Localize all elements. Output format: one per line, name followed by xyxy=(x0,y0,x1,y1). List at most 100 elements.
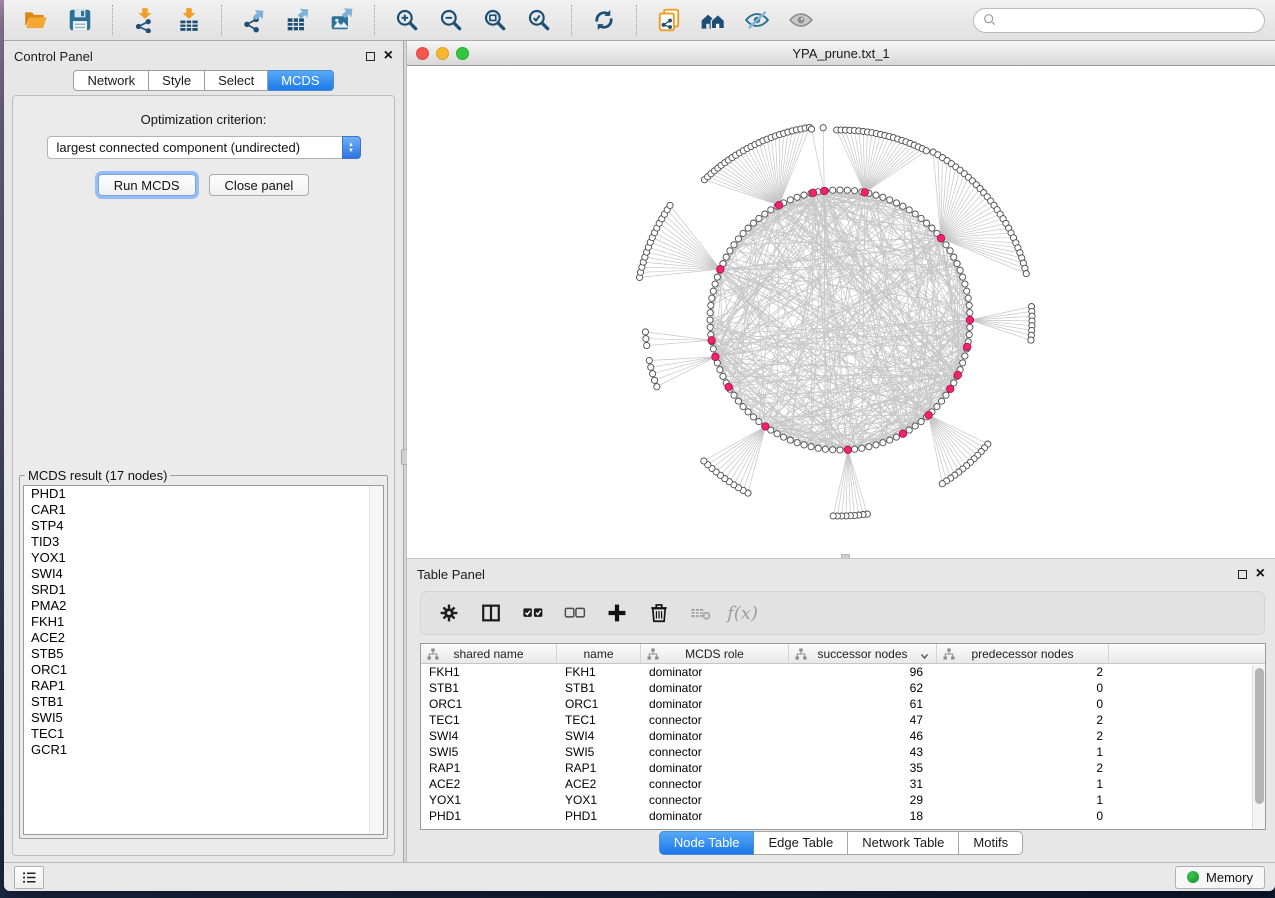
mcds-result-item[interactable]: TID3 xyxy=(24,534,383,550)
table-row[interactable]: RAP1RAP1dominator352 xyxy=(421,760,1265,776)
hide-graphics-details-button[interactable] xyxy=(742,5,772,35)
column-label: successor nodes xyxy=(817,647,907,661)
scrollbar-thumb[interactable] xyxy=(1255,668,1264,804)
close-table-panel-icon[interactable]: × xyxy=(1256,569,1265,579)
table-row[interactable]: ORC1ORC1dominator610 xyxy=(421,696,1265,712)
column-header-predecessor-nodes[interactable]: predecessor nodes xyxy=(937,644,1109,663)
zoom-out-button[interactable] xyxy=(436,5,466,35)
cell-predecessor-nodes: 2 xyxy=(937,664,1109,680)
open-file-button[interactable] xyxy=(21,5,51,35)
mcds-result-item[interactable]: SWI4 xyxy=(24,566,383,582)
toolbar-separator xyxy=(571,5,572,35)
copy-network-button[interactable] xyxy=(654,5,684,35)
column-header-shared-name[interactable]: shared name xyxy=(421,644,557,663)
import-table-button[interactable] xyxy=(174,5,204,35)
cell-mcds-role: connector xyxy=(641,744,789,760)
tab-motifs[interactable]: Motifs xyxy=(959,831,1023,855)
delete-columns-button[interactable] xyxy=(646,601,671,626)
fx-icon: f(x) xyxy=(727,603,758,624)
show-panels-button[interactable] xyxy=(14,866,44,889)
float-table-panel-icon[interactable] xyxy=(1238,570,1247,579)
table-row[interactable]: STB1STB1dominator620 xyxy=(421,680,1265,696)
tab-edge-table[interactable]: Edge Table xyxy=(754,831,848,855)
cell-predecessor-nodes: 2 xyxy=(937,728,1109,744)
plus-icon xyxy=(606,602,628,624)
mcds-result-item[interactable]: STB1 xyxy=(24,694,383,710)
search-input[interactable] xyxy=(998,13,1256,28)
cell-successor-nodes: 43 xyxy=(789,744,937,760)
tab-style[interactable]: Style xyxy=(149,70,205,91)
table-row[interactable]: SWI4SWI4dominator462 xyxy=(421,728,1265,744)
apply-layout-button[interactable] xyxy=(589,5,619,35)
tab-network[interactable]: Network xyxy=(73,70,149,91)
cell-predecessor-nodes: 0 xyxy=(937,808,1109,824)
zoom-fit-button[interactable] xyxy=(480,5,510,35)
zoom-in-button[interactable] xyxy=(392,5,422,35)
tab-network-table[interactable]: Network Table xyxy=(848,831,959,855)
search-box[interactable] xyxy=(973,8,1265,33)
cell-predecessor-nodes: 1 xyxy=(937,744,1109,760)
table-row[interactable]: PHD1PHD1dominator180 xyxy=(421,808,1265,824)
memory-button[interactable]: Memory xyxy=(1175,866,1265,889)
window-maximize-icon[interactable] xyxy=(456,47,469,60)
table-row[interactable]: YOX1YOX1connector291 xyxy=(421,792,1265,808)
table-row[interactable]: FKH1FKH1dominator962 xyxy=(421,664,1265,680)
cell-shared-name: STB1 xyxy=(421,680,557,696)
tab-mcds[interactable]: MCDS xyxy=(268,70,333,91)
table-mode-button[interactable] xyxy=(436,601,461,626)
column-header-name[interactable]: name xyxy=(557,644,641,663)
table-scrollbar[interactable] xyxy=(1252,665,1265,829)
mcds-result-item[interactable]: FKH1 xyxy=(24,614,383,630)
table-row[interactable]: SWI5SWI5connector431 xyxy=(421,744,1265,760)
mcds-result-item[interactable]: YOX1 xyxy=(24,550,383,566)
criterion-dropdown[interactable]: largest connected component (undirected)… xyxy=(47,136,361,159)
mcds-result-item[interactable]: SRD1 xyxy=(24,582,383,598)
export-image-button[interactable] xyxy=(327,5,357,35)
tab-node-table[interactable]: Node Table xyxy=(659,831,755,855)
sitemap-icon xyxy=(647,648,659,660)
tab-select[interactable]: Select xyxy=(205,70,268,91)
window-close-icon[interactable] xyxy=(416,47,429,60)
mcds-result-list[interactable]: PHD1CAR1STP4TID3YOX1SWI4SRD1PMA2FKH1ACE2… xyxy=(23,485,384,835)
neighborhood-button[interactable] xyxy=(698,5,728,35)
cell-mcds-role: dominator xyxy=(641,728,789,744)
mcds-result-item[interactable]: ACE2 xyxy=(24,630,383,646)
close-panel-button[interactable]: Close panel xyxy=(209,174,310,196)
cell-mcds-role: connector xyxy=(641,776,789,792)
mcds-result-item[interactable]: TEC1 xyxy=(24,726,383,742)
export-table-button[interactable] xyxy=(283,5,313,35)
create-column-button[interactable] xyxy=(604,601,629,626)
checkboxes-on-icon xyxy=(522,602,544,624)
window-minimize-icon[interactable] xyxy=(436,47,449,60)
mcds-result-item[interactable]: GCR1 xyxy=(24,742,383,758)
toggle-columns-button[interactable] xyxy=(478,601,503,626)
column-header-successor-nodes[interactable]: successor nodes xyxy=(789,644,937,663)
column-label: predecessor nodes xyxy=(971,647,1073,661)
network-canvas[interactable] xyxy=(407,66,1275,558)
mcds-result-item[interactable]: CAR1 xyxy=(24,502,383,518)
float-panel-icon[interactable] xyxy=(366,52,375,61)
hide-all-columns-button[interactable] xyxy=(562,601,587,626)
close-panel-icon[interactable]: × xyxy=(384,51,393,61)
show-all-columns-button[interactable] xyxy=(520,601,545,626)
table-row[interactable]: TEC1TEC1connector472 xyxy=(421,712,1265,728)
cell-predecessor-nodes: 1 xyxy=(937,776,1109,792)
mcds-result-item[interactable]: PHD1 xyxy=(24,486,383,502)
mcds-result-item[interactable]: PMA2 xyxy=(24,598,383,614)
mcds-result-item[interactable]: SWI5 xyxy=(24,710,383,726)
result-scrollbar[interactable] xyxy=(369,486,383,834)
zoom-selected-button[interactable] xyxy=(524,5,554,35)
column-header-mcds-role[interactable]: MCDS role xyxy=(641,644,789,663)
export-network-button[interactable] xyxy=(239,5,269,35)
mcds-result-item[interactable]: STB5 xyxy=(24,646,383,662)
table-row[interactable]: ACE2ACE2connector311 xyxy=(421,776,1265,792)
save-session-button[interactable] xyxy=(65,5,95,35)
mcds-result-item[interactable]: ORC1 xyxy=(24,662,383,678)
show-graphics-details-button[interactable] xyxy=(786,5,816,35)
network-graph[interactable] xyxy=(407,66,1275,558)
mcds-result-item[interactable]: STP4 xyxy=(24,518,383,534)
mcds-result-item[interactable]: RAP1 xyxy=(24,678,383,694)
run-mcds-button[interactable]: Run MCDS xyxy=(98,174,196,196)
import-network-button[interactable] xyxy=(130,5,160,35)
network-window-titlebar[interactable]: YPA_prune.txt_1 xyxy=(407,41,1275,66)
